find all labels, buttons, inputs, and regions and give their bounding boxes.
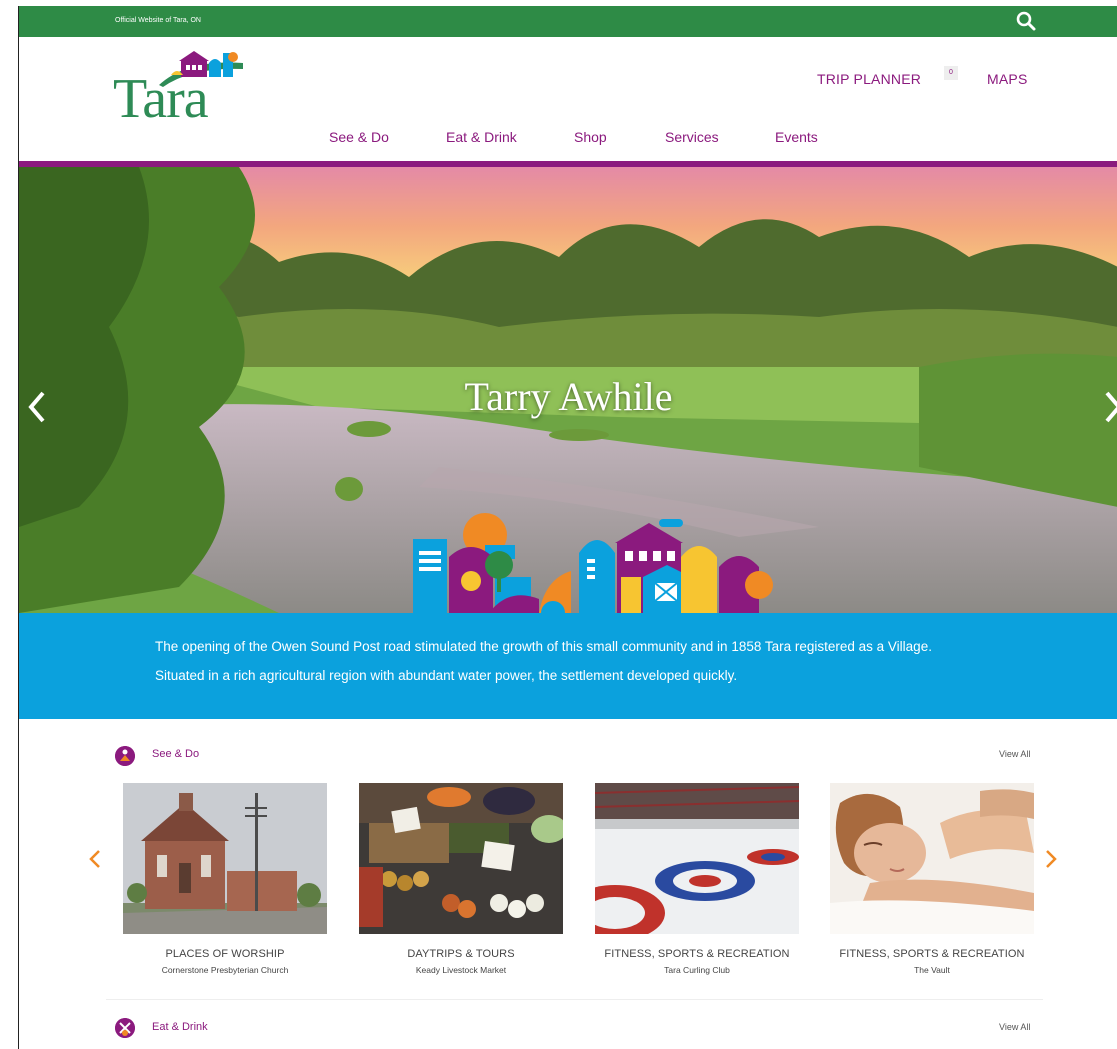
intro-line-1: The opening of the Owen Sound Post road … (155, 639, 932, 654)
carousel-prev-icon[interactable] (87, 848, 103, 870)
intro-line-2: Situated in a rich agricultural region w… (155, 668, 738, 683)
card-category: FITNESS, SPORTS & RECREATION (604, 948, 790, 960)
card-category: DAYTRIPS & TOURS (407, 948, 515, 960)
chevron-right-icon[interactable] (1101, 389, 1117, 425)
hero-title: Tarry Awhile (464, 374, 673, 419)
chevron-left-icon[interactable] (25, 389, 49, 425)
official-website-text: Official Website of Tara, ON (115, 17, 201, 24)
card-image (359, 783, 563, 934)
card-image (123, 783, 327, 934)
hero-slider: Tarry Awhile (19, 167, 1117, 613)
section-title-see-do[interactable]: See & Do (152, 748, 199, 760)
card-category: FITNESS, SPORTS & RECREATION (839, 948, 1025, 960)
see-do-icon (115, 746, 135, 766)
nav-shop[interactable]: Shop (574, 129, 607, 145)
card-places-of-worship[interactable]: PLACES OF WORSHIP Cornerstone Presbyteri… (123, 783, 327, 975)
trip-planner-count-badge: 0 (944, 66, 958, 80)
card-daytrips-tours[interactable]: DAYTRIPS & TOURS Keady Livestock Market (359, 783, 563, 975)
card-image (830, 783, 1034, 934)
card-category: PLACES OF WORSHIP (165, 948, 285, 960)
section-title-eat-drink[interactable]: Eat & Drink (152, 1021, 208, 1033)
carousel-next-icon[interactable] (1043, 848, 1059, 870)
search-icon[interactable] (1015, 10, 1037, 32)
card-image (595, 783, 799, 934)
card-name: Tara Curling Club (664, 965, 730, 975)
maps-link[interactable]: MAPS (987, 71, 1027, 87)
eat-drink-icon (115, 1018, 135, 1038)
section-divider (106, 999, 1043, 1000)
tara-logo[interactable]: Tara (113, 45, 245, 130)
top-bar: Official Website of Tara, ON (19, 6, 1117, 37)
see-do-view-all-link[interactable]: View All (999, 749, 1030, 759)
nav-events[interactable]: Events (775, 129, 818, 145)
card-name: The Vault (914, 965, 950, 975)
eat-drink-view-all-link[interactable]: View All (999, 1022, 1030, 1032)
intro-band: The opening of the Owen Sound Post road … (19, 613, 1117, 719)
card-name: Keady Livestock Market (415, 965, 507, 975)
card-curling-club[interactable]: FITNESS, SPORTS & RECREATION Tara Curlin… (595, 783, 799, 975)
card-name: Cornerstone Presbyterian Church (161, 965, 289, 975)
nav-services[interactable]: Services (665, 129, 719, 145)
site-header: Tara TRIP PLANNER 0 MAPS See & Do Eat & … (19, 37, 1117, 161)
card-the-vault[interactable]: FITNESS, SPORTS & RECREATION The Vault (830, 783, 1034, 975)
trip-planner-link[interactable]: TRIP PLANNER (817, 71, 921, 87)
page: Official Website of Tara, ON Tara TRIP P… (18, 6, 1117, 1049)
logo-text: Tara (113, 68, 209, 130)
nav-eat-drink[interactable]: Eat & Drink (446, 129, 517, 145)
nav-see-do[interactable]: See & Do (329, 129, 389, 145)
